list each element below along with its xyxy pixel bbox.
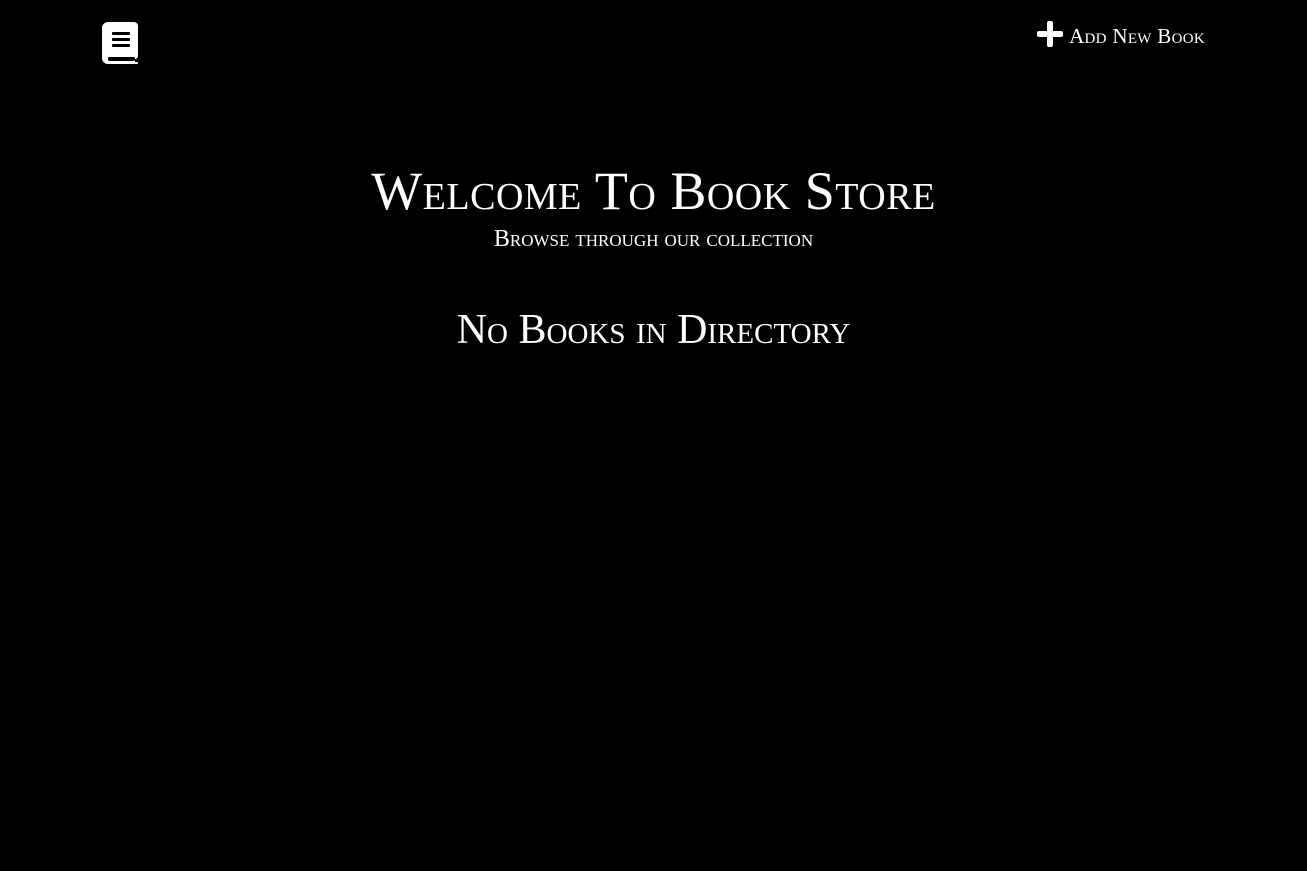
empty-state-message: No Books in Directory: [456, 307, 851, 353]
add-new-book-label: Add New Book: [1069, 24, 1205, 48]
add-new-book-link[interactable]: Add New Book: [1037, 20, 1205, 49]
plus-icon: [1037, 20, 1064, 47]
hero: Welcome To Book Store Browse through our…: [0, 160, 1307, 254]
page-title: Welcome To Book Store: [371, 161, 936, 221]
page-subtitle: Browse through our collection: [493, 226, 814, 252]
book-icon[interactable]: [102, 22, 138, 64]
navbar: Add New Book: [0, 0, 1307, 90]
